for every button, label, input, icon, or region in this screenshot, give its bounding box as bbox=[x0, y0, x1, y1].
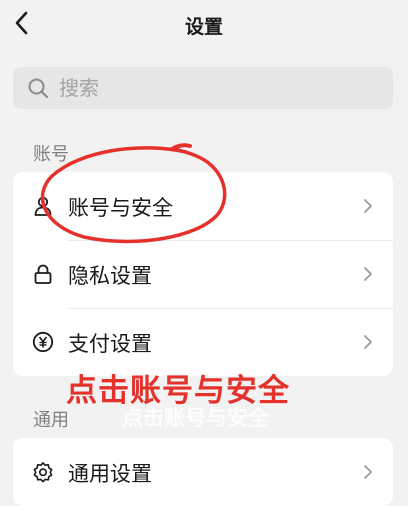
section-label-general: 通用 bbox=[33, 410, 69, 431]
settings-item-account-security[interactable]: 账号与安全 bbox=[13, 172, 393, 240]
section-label-account: 账号 bbox=[33, 144, 69, 165]
gear-icon bbox=[33, 462, 53, 483]
search-input[interactable] bbox=[59, 67, 359, 109]
lock-icon bbox=[34, 264, 52, 284]
general-settings-card: 通用设置 bbox=[13, 438, 393, 506]
settings-item-privacy[interactable]: 隐私设置 bbox=[13, 240, 393, 308]
chevron-right-icon bbox=[364, 267, 372, 281]
settings-item-label: 支付设置 bbox=[68, 332, 152, 356]
settings-item-label: 隐私设置 bbox=[68, 264, 152, 288]
settings-item-label: 通用设置 bbox=[68, 462, 152, 486]
search-icon bbox=[28, 78, 49, 99]
chevron-right-icon bbox=[364, 465, 372, 479]
yen-icon bbox=[32, 331, 54, 353]
chevron-right-icon bbox=[364, 199, 372, 213]
person-icon bbox=[34, 196, 52, 216]
account-settings-card: 账号与安全 隐私设置 支付设置 bbox=[13, 172, 393, 376]
watermark-text: 点击账号与安全 bbox=[122, 406, 269, 430]
settings-item-label: 账号与安全 bbox=[68, 196, 173, 220]
page-title: 设置 bbox=[184, 16, 223, 38]
settings-item-general[interactable]: 通用设置 bbox=[13, 438, 393, 506]
search-bar[interactable] bbox=[13, 67, 393, 109]
chevron-right-icon bbox=[364, 335, 372, 349]
top-bar: 设置 bbox=[0, 0, 408, 50]
